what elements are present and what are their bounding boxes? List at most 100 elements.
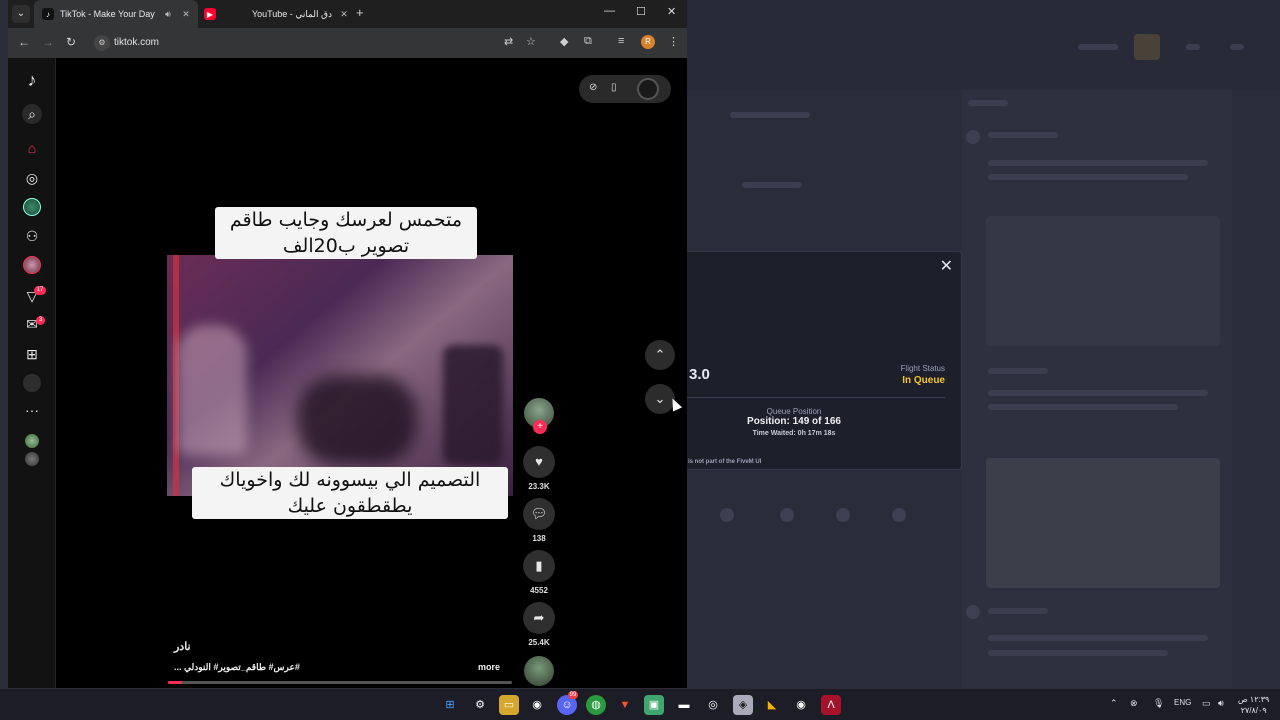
device-icon[interactable]: ▯ [611,82,617,93]
background-app-avatar [966,130,980,144]
tab-tiktok[interactable]: ♪ TikTok - Make Your Day 🔊︎ ✕ [34,0,198,28]
previous-video-button[interactable]: ⌃ [645,340,675,370]
share-count: 25.4K [528,638,550,647]
suggested-avatar[interactable] [25,434,39,448]
background-app-text [988,160,1208,166]
browser-toolbar: ← → ↻ ⚙ tiktok.com ⇄ ☆ ◆ ⧉ ≡ R ⋮ [8,28,687,58]
kebab-menu-icon[interactable]: ⋮ [668,35,679,48]
upload-icon[interactable]: ⊞ [22,344,42,364]
user-avatar[interactable] [637,78,659,100]
app-icon[interactable]: ◈ [733,695,753,715]
background-app-text [988,390,1208,396]
profile-avatar[interactable]: R [641,35,655,49]
follow-plus-icon[interactable]: + [533,420,547,434]
media-queue-icon[interactable]: ≡ [618,35,624,47]
save-action[interactable]: ▮ 4552 [523,550,555,595]
brave-icon[interactable]: ▼ [615,695,635,715]
following-avatar[interactable] [23,198,41,216]
steam-icon[interactable]: ◉ [527,695,547,715]
background-app-text [988,368,1048,374]
video-feed: ⊘ ▯ متحمس لعرسك وجايب طاقم تصوير ب20الف … [56,58,687,688]
new-tab-icon[interactable]: + [356,5,364,20]
store-icon[interactable]: ▣ [644,695,664,715]
chat-badge: 99 [568,691,578,699]
microphone-icon[interactable]: 🎙︎ [1153,698,1164,709]
background-app-icon [892,508,906,522]
app-icon[interactable]: Λ [821,695,841,715]
forward-icon[interactable]: → [42,35,54,49]
background-app-avatar [966,605,980,619]
share-icon[interactable]: ➦ [523,602,555,634]
more-icon[interactable]: ··· [22,400,42,420]
site-settings-icon[interactable]: ⚙ [94,35,110,51]
background-app-avatar [1134,34,1160,60]
background-app-image [986,458,1220,588]
close-tab-icon[interactable]: ✕ [180,9,192,20]
suggested-avatar[interactable] [25,452,39,466]
background-app-text [1078,44,1118,50]
heart-icon[interactable]: ♥ [523,446,555,478]
tiktok-logo-icon[interactable]: ♪ [22,70,42,90]
maximize-icon[interactable]: ☐ [636,5,646,18]
video-figure [297,375,417,465]
taskbar: ⊞ ⚙ ▭ ◉ ☺ 99 ◍ ▼ ▣ ▬ ◎ ◈ ◣ ◉ Λ ⌃ ⊗ 🎙︎ EN… [0,688,1280,720]
author-name[interactable]: نادر [174,640,191,653]
background-app-text [1186,44,1200,50]
clock[interactable]: ١٢:٣٩ ص ٢٧/٨/٠٩ [1238,694,1269,716]
video-player[interactable] [167,255,513,496]
share-action[interactable]: ➦ 25.4K [523,602,555,647]
close-tab-icon[interactable]: ✕ [338,9,350,20]
speaker-icon[interactable]: 🔊︎ [162,9,174,20]
search-icon[interactable]: ⌕ [22,104,42,124]
activity-badge: 17 [34,286,46,295]
caption-line: يطقطقون عليك [287,495,413,517]
friends-icon[interactable]: ⚇ [22,226,42,246]
settings-gear-icon[interactable]: ⚙ [470,695,490,715]
music-disc-avatar[interactable] [524,656,554,686]
caption-line: تصوير ب20الف [282,235,410,257]
tray-overflow-icon[interactable]: ⌃ [1110,698,1118,709]
video-progress-bar[interactable] [168,681,512,684]
network-icon[interactable]: ⊗ [1130,698,1138,709]
app-icon[interactable]: ◣ [762,695,782,715]
comment-action[interactable]: 💬︎ 138 [523,498,555,543]
volume-icon[interactable]: 🔊︎ [1218,698,1224,709]
back-icon[interactable]: ← [18,35,30,49]
extensions-puzzle-icon[interactable]: ⧉ [584,35,592,48]
extension-diamond-icon[interactable]: ◆ [560,35,568,48]
live-avatar[interactable] [23,256,41,274]
queue-position-value: Position: 149 of 166 [747,416,841,427]
comment-icon[interactable]: 💬︎ [523,498,555,530]
bookmark-star-icon[interactable]: ☆ [526,35,536,48]
background-app-text [742,182,802,188]
home-icon[interactable]: ⌂ [22,138,42,158]
file-explorer-icon[interactable]: ▭ [499,695,519,715]
start-icon[interactable]: ⊞ [440,695,460,715]
minimize-icon[interactable]: — [604,5,615,17]
like-action[interactable]: ♥ 23.3K [523,446,555,491]
chrome-icon[interactable]: ◍ [586,695,606,715]
more-link[interactable]: more [478,662,500,672]
profile-avatar[interactable] [23,374,41,392]
clock-date: ٢٧/٨/٠٩ [1240,706,1267,715]
reload-icon[interactable]: ↻ [66,35,76,49]
video-figure [177,325,247,455]
background-app-text [968,100,1008,106]
close-window-icon[interactable]: ✕ [667,5,676,18]
address-bar[interactable]: ⚙ tiktok.com [90,32,560,54]
tab-youtube[interactable]: ▶ YouTube - دق الماني ✕ [196,0,356,28]
explore-icon[interactable]: ◎ [22,168,42,188]
steam-icon[interactable]: ◉ [791,695,811,715]
tab-search-icon[interactable]: ⌄ [12,5,30,23]
autoscroll-icon[interactable]: ⊘ [589,82,597,93]
tiktok-sidebar: ♪ ⌕ ⌂ ◎ ⚇ ▽ 17 ✉ 3 ⊞ ··· [8,58,56,688]
close-icon[interactable]: ✕ [940,256,953,276]
background-app-icon [780,508,794,522]
obs-icon[interactable]: ◎ [703,695,723,715]
wifi-icon[interactable]: ▭ [1202,698,1211,709]
language-indicator[interactable]: ENG [1174,698,1191,707]
bookmark-icon[interactable]: ▮ [523,550,555,582]
translate-icon[interactable]: ⇄ [504,35,513,48]
divider [686,397,945,398]
terminal-icon[interactable]: ▬ [674,695,694,715]
